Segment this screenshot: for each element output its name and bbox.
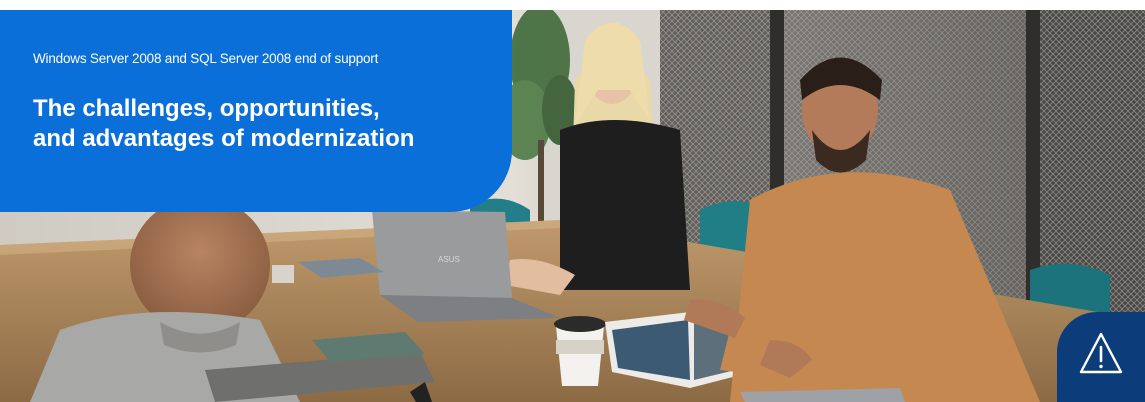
warning-tab[interactable]: [1057, 312, 1145, 402]
hero-banner: ASUS Windows Server 2008 and SQL Server …: [0, 0, 1145, 402]
banner-headline: The challenges, opportunities, and advan…: [33, 94, 483, 154]
laptop-logo-text: ASUS: [438, 255, 460, 264]
banner-eyebrow: Windows Server 2008 and SQL Server 2008 …: [33, 51, 379, 66]
warning-triangle-icon: [1079, 332, 1123, 374]
headline-line-1: The challenges, opportunities,: [33, 95, 380, 122]
headline-panel: Windows Server 2008 and SQL Server 2008 …: [0, 10, 512, 212]
headline-line-2: and advantages of modernization: [33, 125, 415, 152]
top-white-strip: [0, 0, 1145, 10]
